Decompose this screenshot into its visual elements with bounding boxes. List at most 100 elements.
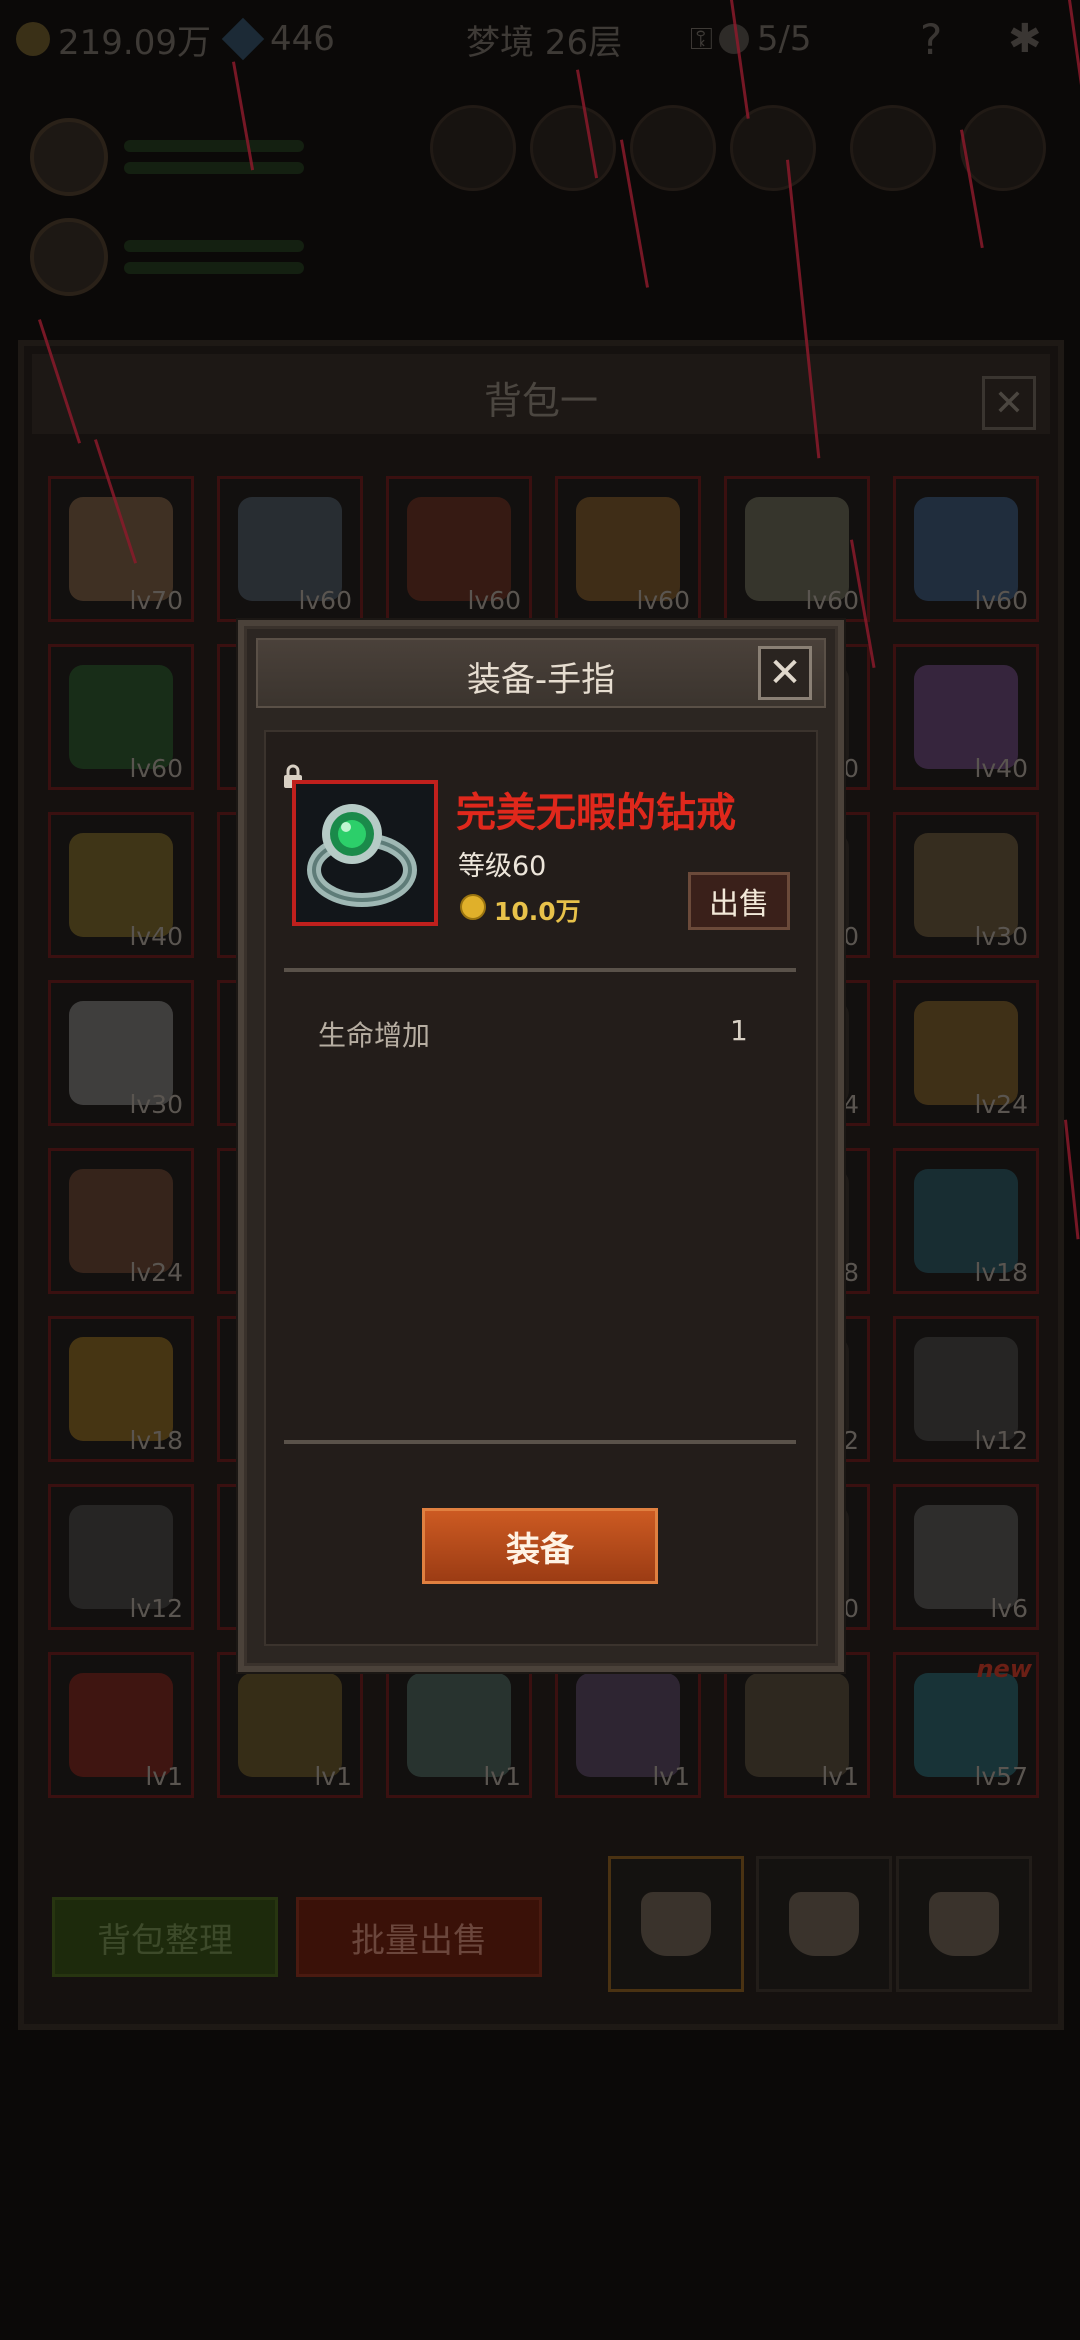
sell-button[interactable]: 出售: [688, 872, 790, 930]
item-level-label: lv60: [636, 586, 690, 615]
item-icon-frame: [292, 780, 438, 926]
item-level-label: lv60: [298, 586, 352, 615]
dialog-title: 装备-手指: [466, 660, 616, 700]
item-level-label: lv30: [129, 1090, 183, 1119]
bag-close-button[interactable]: ✕: [982, 376, 1036, 430]
item-level-label: lv1: [821, 1762, 859, 1791]
divider: [284, 968, 796, 972]
item-level-label: lv1: [145, 1762, 183, 1791]
item-level-label: lv6: [990, 1594, 1028, 1623]
inventory-slot[interactable]: lv40: [893, 644, 1039, 790]
inventory-slot[interactable]: lv12: [48, 1484, 194, 1630]
item-level-label: lv30: [974, 922, 1028, 951]
inventory-slot[interactable]: lv18: [893, 1148, 1039, 1294]
skill-slot[interactable]: [530, 105, 616, 191]
mp-bar: [124, 262, 304, 274]
inventory-slot[interactable]: lv60: [386, 476, 532, 622]
item-level-label: lv18: [974, 1258, 1028, 1287]
item-level-label: lv60: [974, 586, 1028, 615]
item-level-label: lv12: [974, 1426, 1028, 1455]
item-level-label: lv1: [314, 1762, 352, 1791]
inventory-slot[interactable]: lv40: [48, 812, 194, 958]
bag-tab-3[interactable]: [896, 1856, 1032, 1992]
bag-title: 背包一: [483, 379, 598, 423]
bag-header: 背包一 ✕: [32, 354, 1050, 434]
inventory-slot[interactable]: lv18: [48, 1316, 194, 1462]
settings-button[interactable]: ✱: [1008, 14, 1042, 64]
inventory-slot[interactable]: lv6: [893, 1484, 1039, 1630]
skill-slot[interactable]: [630, 105, 716, 191]
item-level-label: 2: [843, 1426, 859, 1455]
top-status-bar: 219.09万 446 梦境 26层 ⚿ 5/5 ? ✱: [0, 0, 1080, 80]
item-level-label: lv57: [974, 1762, 1028, 1791]
divider: [284, 1440, 796, 1444]
inventory-slot[interactable]: lv60: [555, 476, 701, 622]
item-level-label: 0: [843, 922, 859, 951]
mp-bar: [124, 162, 304, 174]
bag-tab-1[interactable]: [608, 1856, 744, 1992]
inventory-slot[interactable]: lv57 new: [893, 1652, 1039, 1798]
inventory-slot[interactable]: lv12: [893, 1316, 1039, 1462]
item-level-label: 0: [843, 754, 859, 783]
arrange-bag-button[interactable]: 背包整理: [52, 1897, 278, 1977]
inventory-slot[interactable]: lv60: [217, 476, 363, 622]
dialog-close-button[interactable]: ✕: [758, 646, 812, 700]
new-badge: new: [976, 1655, 1032, 1683]
hero-status-1[interactable]: [30, 112, 330, 202]
equip-button[interactable]: 装备: [422, 1508, 658, 1584]
inventory-slot[interactable]: lv60: [48, 644, 194, 790]
gem-counter: 446: [221, 14, 335, 64]
inventory-slot[interactable]: lv1: [48, 1652, 194, 1798]
item-name: 完美无暇的钻戒: [456, 790, 736, 836]
inventory-slot[interactable]: lv24: [48, 1148, 194, 1294]
dialog-header: 装备-手指 ✕: [256, 638, 826, 708]
inventory-slot[interactable]: lv1: [217, 1652, 363, 1798]
inventory-slot[interactable]: lv30: [48, 980, 194, 1126]
key-counter: ⚿ 5/5: [690, 19, 812, 59]
gem-icon: [221, 17, 265, 61]
inventory-slot[interactable]: lv1: [555, 1652, 701, 1798]
skill-slot[interactable]: [730, 105, 816, 191]
inventory-slot[interactable]: lv1: [724, 1652, 870, 1798]
skill-slot[interactable]: [850, 105, 936, 191]
item-level-label: lv60: [805, 586, 859, 615]
gear-icon: ✱: [1008, 16, 1042, 62]
bag-tab-2[interactable]: [756, 1856, 892, 1992]
item-level-label: lv24: [129, 1258, 183, 1287]
close-icon: ✕: [768, 650, 802, 696]
help-icon: ?: [920, 14, 943, 64]
hp-bar: [124, 240, 304, 252]
item-level-label: lv70: [129, 586, 183, 615]
item-level-label: lv40: [129, 922, 183, 951]
inventory-slot[interactable]: lv60: [893, 476, 1039, 622]
diamond-ring-icon: [307, 804, 417, 907]
stat-value: 1: [730, 1014, 748, 1047]
key-icon: ⚿: [690, 21, 713, 57]
item-price: 10.0万: [494, 897, 581, 926]
item-level-label: 4: [843, 1090, 859, 1119]
backpack-icon: [929, 1892, 999, 1956]
item-level-label: 8: [843, 1258, 859, 1287]
item-level-label: lv18: [129, 1426, 183, 1455]
stat-name: 生命增加: [318, 1019, 431, 1052]
help-button[interactable]: ?: [920, 14, 942, 64]
gold-counter: 219.09万: [16, 14, 211, 64]
skill-slot[interactable]: [430, 105, 516, 191]
rain-streak: [1064, 1119, 1080, 1240]
inventory-slot[interactable]: lv70: [48, 476, 194, 622]
hero-status-2[interactable]: [30, 212, 330, 302]
item-level-label: lv40: [974, 754, 1028, 783]
dungeon-floor: 梦境 26层: [466, 22, 623, 63]
inventory-slot[interactable]: lv24: [893, 980, 1039, 1126]
batch-sell-button[interactable]: 批量出售: [296, 1897, 542, 1977]
item-level-label: lv12: [129, 1594, 183, 1623]
avatar: [30, 118, 108, 196]
close-icon: ✕: [993, 382, 1025, 424]
inventory-slot[interactable]: lv1: [386, 1652, 532, 1798]
inventory-slot[interactable]: lv60: [724, 476, 870, 622]
skill-slot[interactable]: [960, 105, 1046, 191]
inventory-slot[interactable]: lv30: [893, 812, 1039, 958]
coin-icon: [460, 894, 486, 920]
coin-icon: [16, 22, 50, 56]
item-level-label: lv1: [652, 1762, 690, 1791]
